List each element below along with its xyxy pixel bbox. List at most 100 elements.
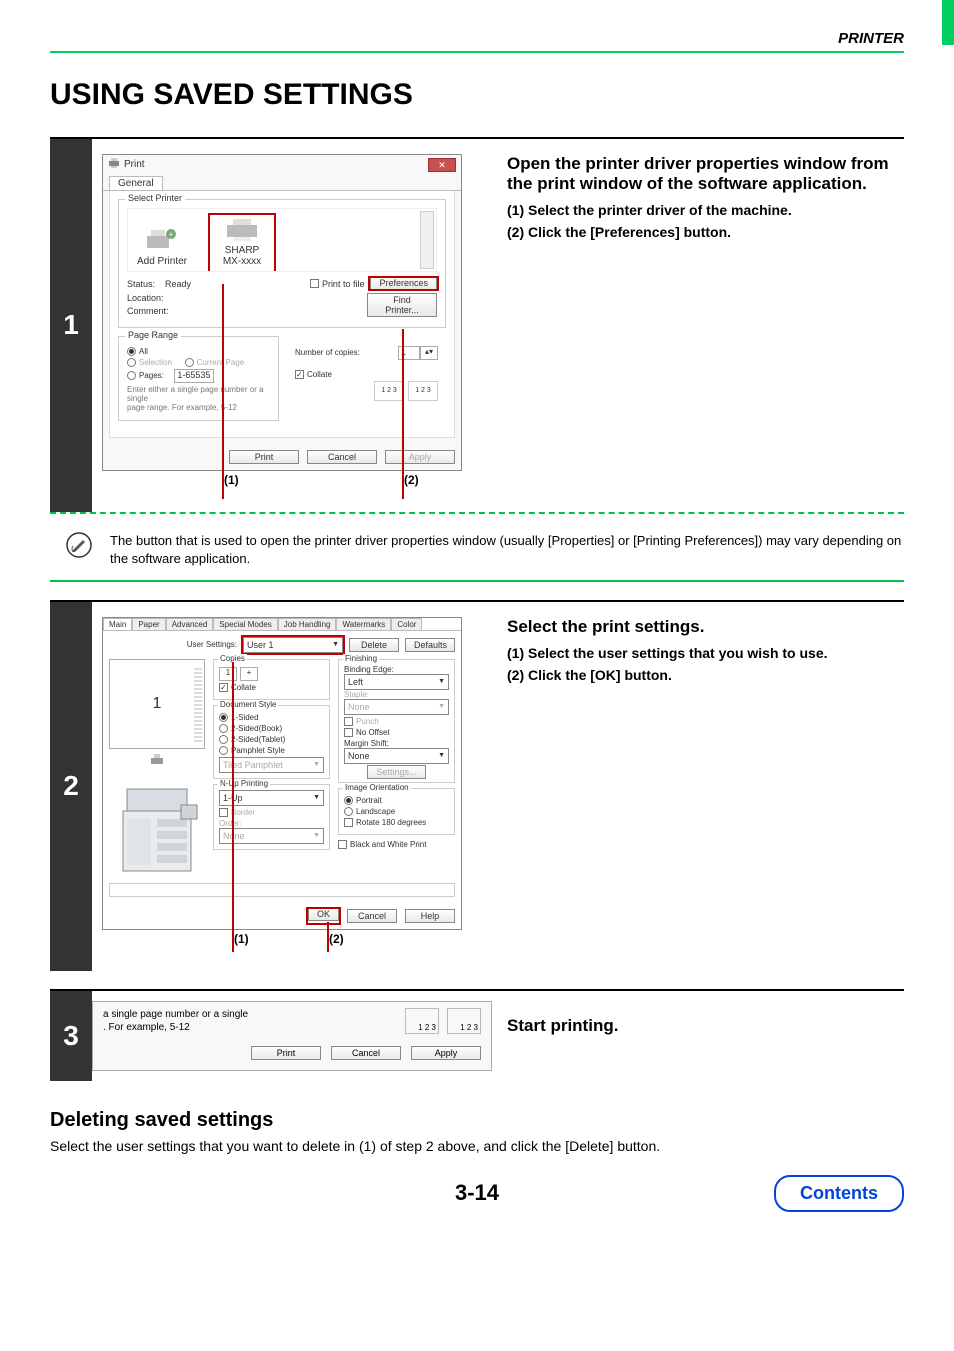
green-accent-bar [942, 0, 954, 45]
apply-button[interactable]: Apply [385, 450, 455, 464]
step-3-number: 3 [50, 991, 92, 1081]
preferences-button[interactable]: Preferences [370, 276, 437, 290]
punch-label: Punch [356, 717, 379, 726]
collate-label: Collate [307, 370, 332, 379]
cancel-button-2[interactable]: Cancel [347, 909, 397, 923]
user-settings-select[interactable]: User 1▼ [243, 637, 343, 653]
tab-paper[interactable]: Paper [132, 618, 165, 630]
radio-pamphlet[interactable] [219, 746, 228, 755]
copies-spinner[interactable]: ▴▾ [420, 346, 438, 360]
tab-job-handling[interactable]: Job Handling [278, 618, 337, 630]
radio-portrait[interactable] [344, 796, 353, 805]
note-text: The button that is used to open the prin… [110, 532, 904, 568]
pages-input[interactable]: 1-65535 [174, 369, 214, 383]
staple-label: Staple: [344, 690, 449, 699]
no-offset-checkbox[interactable] [344, 728, 353, 737]
radio-2-sided-book[interactable] [219, 724, 228, 733]
page-title: USING SAVED SETTINGS [50, 78, 904, 112]
step-1: 1 Print ✕ General [50, 137, 904, 512]
tab-advanced[interactable]: Advanced [166, 618, 214, 630]
user-settings-label: User Settings: [187, 640, 237, 649]
binding-select[interactable]: Left▼ [344, 674, 449, 690]
svg-text:+: + [169, 230, 174, 239]
two-sided-tablet-label: 2-Sided(Tablet) [231, 735, 285, 744]
collate-illustration-b: 1 2 3 [447, 1008, 481, 1034]
select-printer-legend: Select Printer [125, 193, 185, 203]
punch-checkbox[interactable] [344, 717, 353, 726]
close-icon[interactable]: ✕ [428, 158, 456, 172]
radio-current-page[interactable] [185, 358, 194, 367]
find-printer-button[interactable]: Find Printer... [367, 293, 437, 317]
chevron-down-icon: ▼ [438, 703, 445, 710]
step-3-heading: Start printing. [507, 1016, 894, 1036]
collate-illustration-2: 1 2 3 [408, 381, 438, 401]
scrollbar[interactable] [420, 211, 434, 269]
tab-special-modes[interactable]: Special Modes [213, 618, 277, 630]
rotate-label: Rotate 180 degrees [356, 818, 426, 827]
radio-landscape[interactable] [344, 807, 353, 816]
callout-1-line-2 [232, 662, 234, 952]
one-sided-label: 1-Sided [231, 713, 259, 722]
chevron-down-icon: ▼ [438, 678, 445, 685]
step-2-item-1: (1) Select the user settings that you wi… [507, 645, 894, 661]
radio-pages[interactable] [127, 371, 136, 380]
tab-color[interactable]: Color [391, 618, 422, 630]
cancel-button[interactable]: Cancel [307, 450, 377, 464]
nup-select[interactable]: 1-Up▼ [219, 790, 324, 806]
margin-select[interactable]: None▼ [344, 748, 449, 764]
sharp-printer-item[interactable]: SHARP MX-xxxx [212, 217, 272, 267]
print-button-3[interactable]: Print [251, 1046, 321, 1060]
step-3-dialog-fragment: a single page number or a single . For e… [92, 1001, 492, 1071]
collate-checkbox-2[interactable] [219, 683, 228, 692]
step-2-item-2: (2) Click the [OK] button. [507, 667, 894, 683]
tab-general[interactable]: General [109, 176, 163, 190]
tab-main[interactable]: Main [103, 618, 132, 630]
callout-2-label: (2) [404, 473, 419, 487]
order-select[interactable]: None▼ [219, 828, 324, 844]
tab-watermarks[interactable]: Watermarks [336, 618, 391, 630]
settings-button[interactable]: Settings... [367, 765, 425, 779]
callout-1-line [222, 284, 224, 499]
collate-label-2: Collate [231, 683, 256, 692]
staple-select[interactable]: None▼ [344, 699, 449, 715]
print-to-file-label: Print to file [322, 279, 365, 289]
print-dialog-title: Print [124, 159, 145, 170]
status-value: Ready [165, 279, 191, 289]
chevron-down-icon: ▼ [332, 641, 339, 648]
apply-button-3[interactable]: Apply [411, 1046, 481, 1060]
bw-checkbox[interactable] [338, 840, 347, 849]
note-block: The button that is used to open the prin… [50, 522, 904, 582]
printer-preview-icon [150, 753, 164, 767]
no-offset-label: No Offset [356, 728, 390, 737]
defaults-button[interactable]: Defaults [405, 638, 455, 652]
radio-2-sided-tablet[interactable] [219, 735, 228, 744]
collate-checkbox[interactable] [295, 370, 304, 379]
rotate-checkbox[interactable] [344, 818, 353, 827]
radio-1-sided[interactable] [219, 713, 228, 722]
pencil-note-icon [66, 532, 92, 558]
print-button[interactable]: Print [229, 450, 299, 464]
pages-help-2: page range. For example, 5-12 [127, 403, 270, 412]
cancel-button-3[interactable]: Cancel [331, 1046, 401, 1060]
chevron-down-icon: ▼ [438, 752, 445, 759]
help-button[interactable]: Help [405, 909, 455, 923]
chevron-down-icon: ▼ [313, 832, 320, 839]
contents-link[interactable]: Contents [774, 1175, 904, 1212]
step-1-number: 1 [50, 139, 92, 512]
copies-stepper[interactable]: + [240, 667, 258, 681]
step-1-item-1: (1) Select the printer driver of the mac… [507, 202, 894, 218]
border-checkbox[interactable] [219, 808, 228, 817]
add-printer-item[interactable]: + Add Printer [132, 228, 192, 267]
preview-pane: 1 [109, 659, 205, 749]
print-to-file-checkbox[interactable] [310, 279, 319, 288]
delete-button[interactable]: Delete [349, 638, 399, 652]
tiled-pamphlet-select[interactable]: Tiled Pamphlet▼ [219, 757, 324, 773]
radio-selection[interactable] [127, 358, 136, 367]
radio-all[interactable] [127, 347, 136, 356]
ruler-bar [109, 883, 455, 897]
collate-illustration-1: 1 2 3 [374, 381, 404, 401]
step-1-item-2: (2) Click the [Preferences] button. [507, 224, 894, 240]
current-page-label: Current Page [197, 358, 245, 367]
ok-button[interactable]: OK [308, 907, 339, 921]
copies-value[interactable]: 1 [219, 667, 237, 681]
